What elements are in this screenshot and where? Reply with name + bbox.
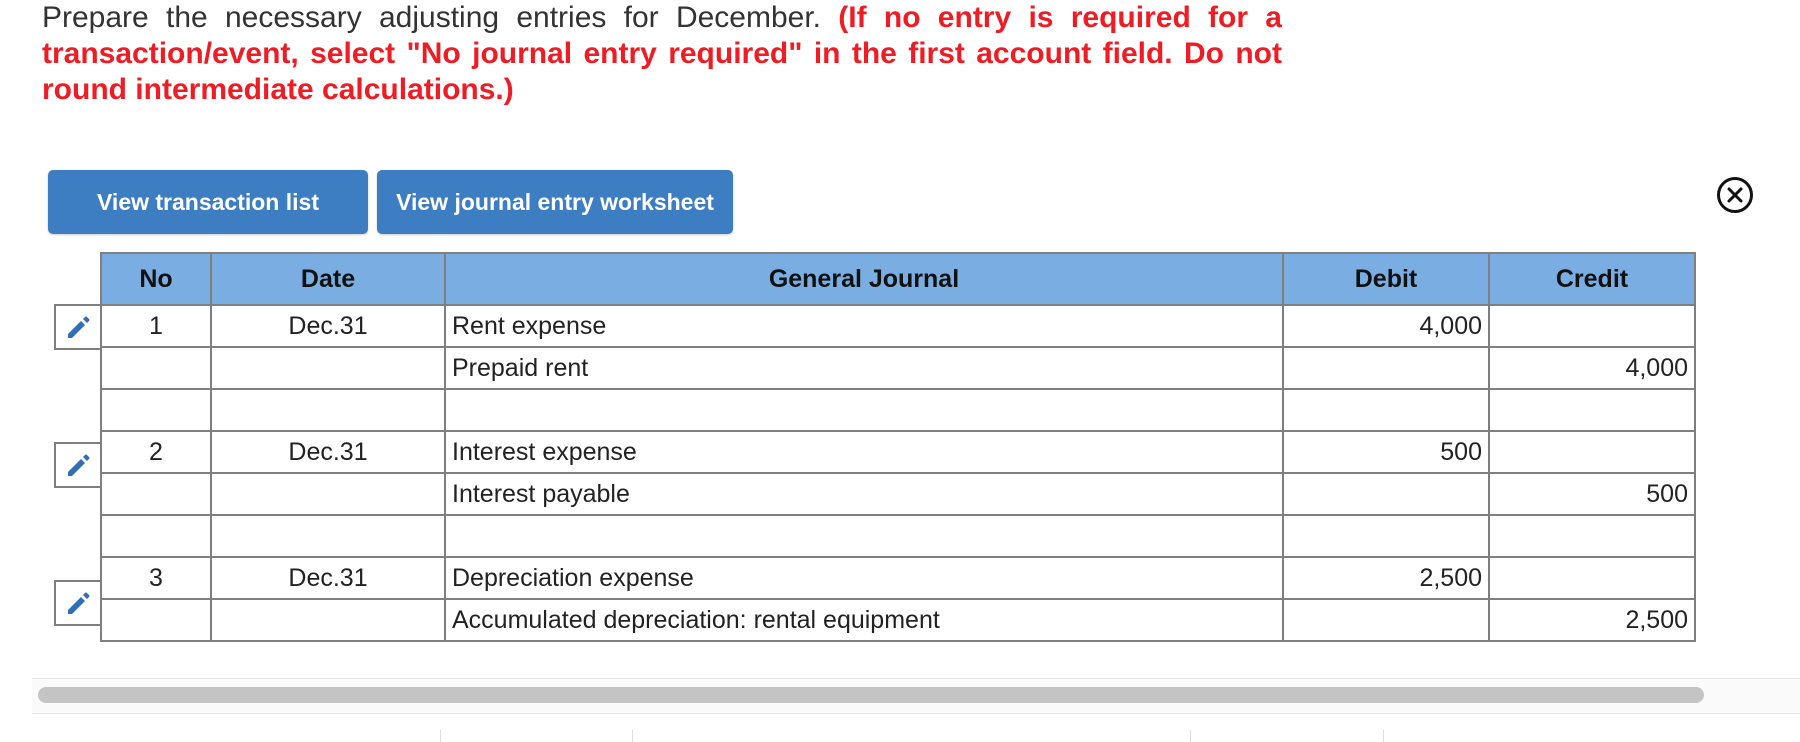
- row-date: Dec.31: [210, 430, 446, 474]
- row-account: Interest expense: [444, 430, 1284, 474]
- row-no: [100, 472, 212, 516]
- row-debit: [1282, 346, 1490, 390]
- instructions: Prepare the necessary adjusting entries …: [42, 0, 1282, 108]
- row-no: [100, 346, 212, 390]
- row-no: 2: [100, 430, 212, 474]
- table-row: Interest payable 500: [100, 472, 1696, 516]
- row-credit: [1488, 388, 1696, 432]
- view-journal-entry-worksheet-button[interactable]: View journal entry worksheet: [377, 170, 733, 234]
- table-row: [100, 514, 1696, 558]
- row-date: Dec.31: [210, 556, 446, 600]
- header-debit: Debit: [1282, 252, 1490, 306]
- row-debit: [1282, 388, 1490, 432]
- row-debit: 2,500: [1282, 556, 1490, 600]
- divider: [440, 730, 441, 742]
- row-account: Depreciation expense: [444, 556, 1284, 600]
- row-account: Interest payable: [444, 472, 1284, 516]
- header-no: No: [100, 252, 212, 306]
- header-date: Date: [210, 252, 446, 306]
- row-account: [444, 388, 1284, 432]
- row-no: [100, 388, 212, 432]
- row-credit: [1488, 430, 1696, 474]
- scrollbar-thumb[interactable]: [38, 687, 1704, 703]
- row-debit: 500: [1282, 430, 1490, 474]
- row-date: [210, 388, 446, 432]
- row-credit: 4,000: [1488, 346, 1696, 390]
- row-account: Rent expense: [444, 304, 1284, 348]
- row-account: [444, 514, 1284, 558]
- row-account: Prepaid rent: [444, 346, 1284, 390]
- row-debit: [1282, 514, 1490, 558]
- close-icon[interactable]: [1717, 177, 1753, 213]
- row-credit: 500: [1488, 472, 1696, 516]
- row-credit: [1488, 514, 1696, 558]
- table-row: [100, 388, 1696, 432]
- row-no: 1: [100, 304, 212, 348]
- instructions-text: Prepare the necessary adjusting entries …: [42, 1, 822, 34]
- row-credit: [1488, 556, 1696, 600]
- table-row: 2 Dec.31 Interest expense 500: [100, 430, 1696, 474]
- table-row: 1 Dec.31 Rent expense 4,000: [100, 304, 1696, 348]
- table-header-row: No Date General Journal Debit Credit: [100, 252, 1696, 306]
- edit-entry-2-pencil-icon[interactable]: [54, 442, 100, 488]
- divider: [632, 730, 633, 742]
- row-debit: [1282, 598, 1490, 642]
- row-date: [210, 346, 446, 390]
- table-row: Prepaid rent 4,000: [100, 346, 1696, 390]
- table-row: 3 Dec.31 Depreciation expense 2,500: [100, 556, 1696, 600]
- row-account: Accumulated depreciation: rental equipme…: [444, 598, 1284, 642]
- divider: [1383, 730, 1384, 742]
- row-credit: [1488, 304, 1696, 348]
- header-credit: Credit: [1488, 252, 1696, 306]
- journal-table: No Date General Journal Debit Credit 1 D…: [100, 252, 1696, 642]
- row-no: [100, 514, 212, 558]
- row-debit: [1282, 472, 1490, 516]
- divider: [1190, 730, 1191, 742]
- row-debit: 4,000: [1282, 304, 1490, 348]
- row-no: 3: [100, 556, 212, 600]
- edit-entry-3-pencil-icon[interactable]: [54, 580, 100, 626]
- view-transaction-list-button[interactable]: View transaction list: [48, 170, 368, 234]
- header-general-journal: General Journal: [444, 252, 1284, 306]
- row-no: [100, 598, 212, 642]
- row-date: [210, 598, 446, 642]
- row-credit: 2,500: [1488, 598, 1696, 642]
- table-row: Accumulated depreciation: rental equipme…: [100, 598, 1696, 642]
- edit-entry-1-pencil-icon[interactable]: [54, 304, 100, 350]
- row-date: Dec.31: [210, 304, 446, 348]
- row-date: [210, 472, 446, 516]
- row-date: [210, 514, 446, 558]
